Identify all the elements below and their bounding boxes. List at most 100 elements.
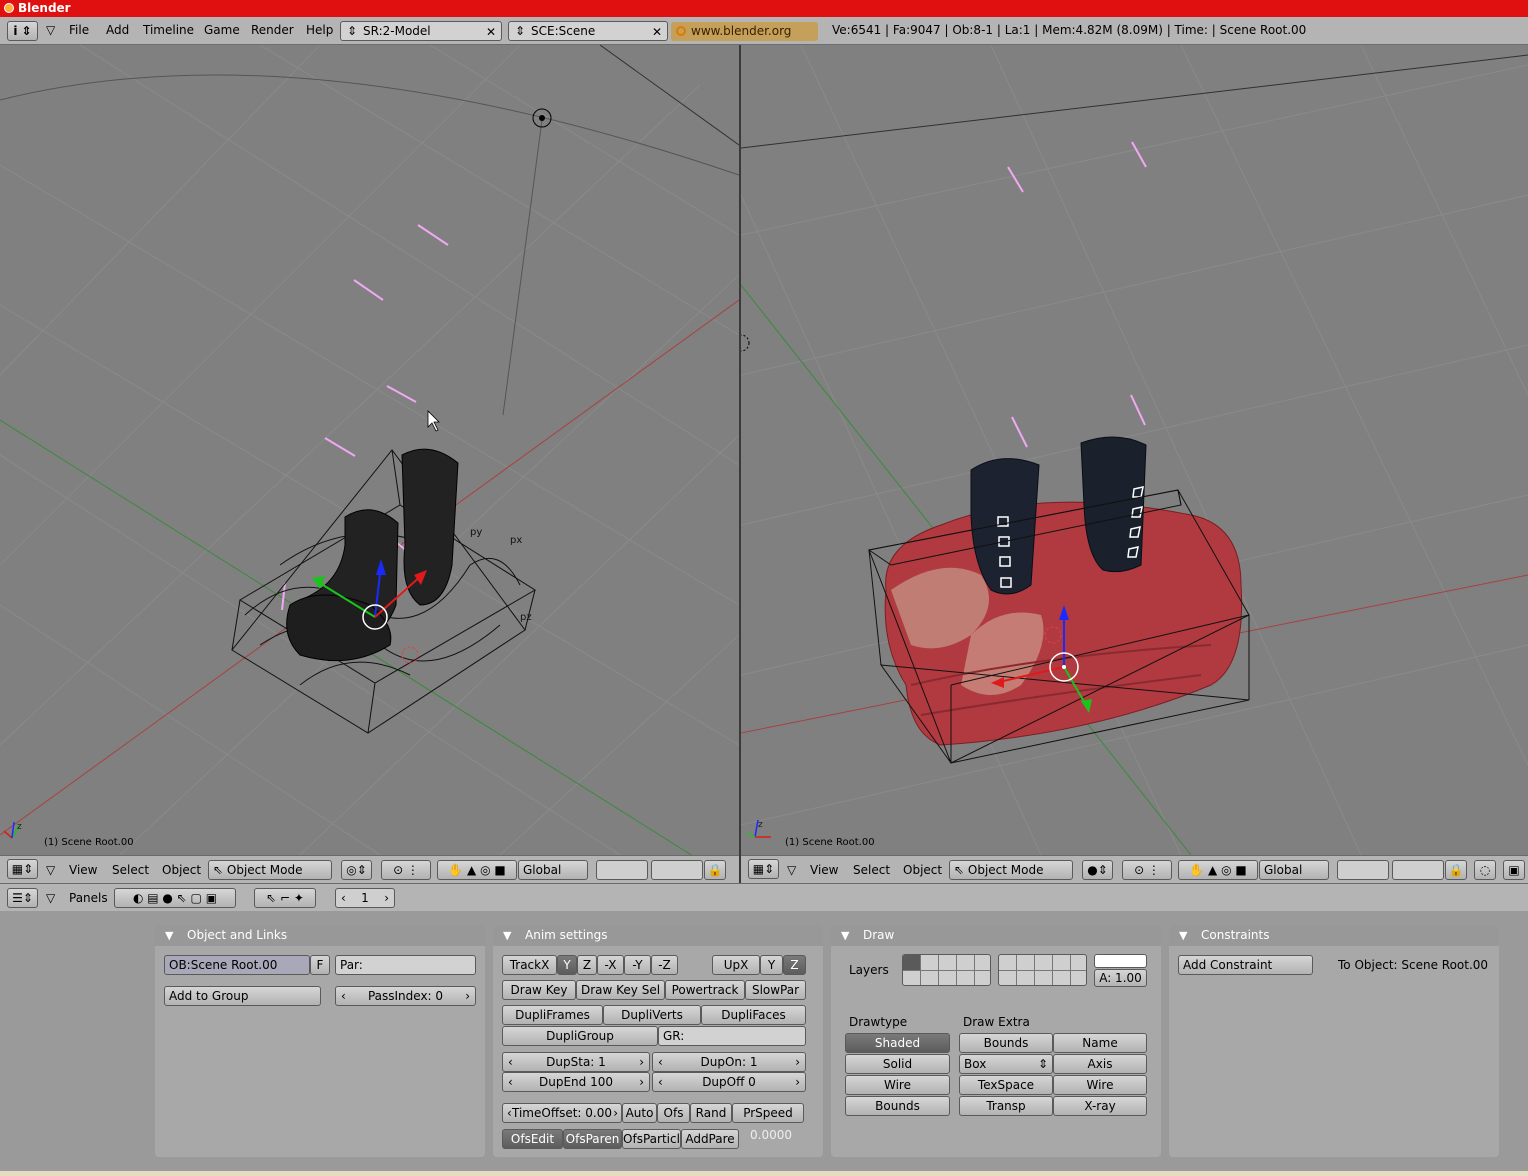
menu-collapse-icon[interactable]: ▽ (46, 17, 55, 44)
add-constraint-button[interactable]: Add Constraint (1178, 955, 1313, 975)
auto-button[interactable]: Auto (622, 1103, 657, 1123)
rand-button[interactable]: Rand (690, 1103, 732, 1123)
bounds-toggle[interactable]: Bounds (959, 1033, 1053, 1053)
pivot-button[interactable]: ⊙ ⋮ (1122, 860, 1172, 880)
draw-key-sel-button[interactable]: Draw Key Sel (576, 980, 665, 1000)
arrow-left-icon[interactable]: ‹ (508, 1073, 513, 1091)
group-field[interactable]: GR: (658, 1026, 806, 1046)
slowpar-button[interactable]: SlowPar (745, 980, 806, 1000)
duplifaces-button[interactable]: DupliFaces (701, 1005, 806, 1025)
object-color-swatch[interactable] (1094, 954, 1147, 968)
pass-index-field[interactable]: ‹ PassIndex: 0 › (335, 986, 476, 1006)
panel-header[interactable]: ▼ Anim settings (493, 925, 823, 946)
arrow-right-icon[interactable]: › (639, 1053, 644, 1071)
screen-selector[interactable]: ⇕ SR:2-Model ✕ (340, 21, 502, 41)
arrow-right-icon[interactable]: › (795, 1073, 800, 1091)
mode-selector[interactable]: ⇖ Object Mode (208, 860, 332, 880)
panel-header[interactable]: ▼ Draw (831, 925, 1161, 946)
arrow-left-icon[interactable]: ‹ (341, 889, 346, 907)
dupend-field[interactable]: ‹ DupEnd 100 › (502, 1072, 650, 1092)
layer-buttons-2[interactable] (1392, 860, 1444, 880)
up-x-button[interactable]: UpX (712, 955, 760, 975)
menu-game[interactable]: Game (204, 17, 240, 44)
frame-number-field[interactable]: ‹ 1 › (335, 888, 395, 908)
orientation-selector[interactable]: Global (518, 860, 588, 880)
scene-browse-icon[interactable]: ⇕ (515, 22, 525, 40)
scene-delete-icon[interactable]: ✕ (648, 23, 666, 40)
arrow-left-icon[interactable]: ‹ (508, 1053, 513, 1071)
dupoff-field[interactable]: ‹ DupOff 0 › (652, 1072, 806, 1092)
screen-delete-icon[interactable]: ✕ (482, 23, 500, 40)
track-neg-x-button[interactable]: -X (597, 955, 624, 975)
drawtype-wire-button[interactable]: Wire (845, 1075, 950, 1095)
ofsparticl-button[interactable]: OfsParticl (622, 1129, 681, 1149)
object-name-field[interactable]: OB:Scene Root.00 (164, 955, 310, 975)
transp-toggle[interactable]: Transp (959, 1096, 1053, 1116)
pivot-button[interactable]: ⊙ ⋮ (381, 860, 431, 880)
addpare-button[interactable]: AddPare (681, 1129, 739, 1149)
track-x-button[interactable]: TrackX (502, 955, 557, 975)
dupsta-field[interactable]: ‹ DupSta: 1 › (502, 1052, 650, 1072)
menu-render[interactable]: Render (251, 17, 294, 44)
dupliframes-button[interactable]: DupliFrames (502, 1005, 603, 1025)
window-type-button[interactable]: i ⇕ (7, 21, 38, 41)
panel-header[interactable]: ▼ Object and Links (155, 925, 485, 946)
draw-key-button[interactable]: Draw Key (502, 980, 576, 1000)
arrow-right-icon[interactable]: › (465, 987, 470, 1005)
menu-collapse-icon[interactable]: ▽ (787, 856, 796, 884)
add-to-group-button[interactable]: Add to Group (164, 986, 321, 1006)
layer-buttons-1[interactable] (596, 860, 648, 880)
drawtype-bounds-button[interactable]: Bounds (845, 1096, 950, 1116)
layer-buttons-2[interactable] (651, 860, 703, 880)
orientation-selector[interactable]: Global (1259, 860, 1329, 880)
mode-selector[interactable]: ⇖ Object Mode (949, 860, 1073, 880)
layer-grid-1[interactable] (902, 954, 991, 986)
collapse-triangle-icon[interactable]: ▼ (503, 925, 511, 946)
wire-toggle[interactable]: Wire (1053, 1075, 1147, 1095)
timeoffset-field[interactable]: ‹ TimeOffset: 0.00 › (502, 1103, 622, 1123)
track-y-button[interactable]: Y (557, 955, 577, 975)
drawtype-shaded-button[interactable]: Shaded (845, 1033, 950, 1053)
menu-help[interactable]: Help (306, 17, 333, 44)
dupon-field[interactable]: ‹ DupOn: 1 › (652, 1052, 806, 1072)
prspeed-button[interactable]: PrSpeed (732, 1103, 804, 1123)
collapse-triangle-icon[interactable]: ▼ (165, 925, 173, 946)
arrow-right-icon[interactable]: › (613, 1104, 618, 1122)
menu-select[interactable]: Select (112, 856, 149, 884)
xray-toggle[interactable]: X-ray (1053, 1096, 1147, 1116)
track-neg-z-button[interactable]: -Z (651, 955, 678, 975)
screen-browse-icon[interactable]: ⇕ (347, 22, 357, 40)
arrow-right-icon[interactable]: › (795, 1053, 800, 1071)
render-icon[interactable]: ▣ (1503, 860, 1525, 880)
menu-collapse-icon[interactable]: ▽ (46, 856, 55, 884)
arrow-left-icon[interactable]: ‹ (658, 1053, 663, 1071)
draw-type-button[interactable]: ●⇕ (1082, 860, 1113, 880)
axis-toggle[interactable]: Axis (1053, 1054, 1147, 1074)
viewport-left-wireframe[interactable]: py px pz z (1) Scene Root.00 (0, 45, 739, 855)
panel-header[interactable]: ▼ Constraints (1169, 925, 1499, 946)
bounds-type-select[interactable]: Box ⇕ (959, 1054, 1053, 1074)
texspace-toggle[interactable]: TexSpace (959, 1075, 1053, 1095)
draw-type-button[interactable]: ◎⇕ (341, 860, 372, 880)
arrow-left-icon[interactable]: ‹ (507, 1104, 512, 1122)
arrow-left-icon[interactable]: ‹ (658, 1073, 663, 1091)
up-y-button[interactable]: Y (760, 955, 783, 975)
collapse-triangle-icon[interactable]: ▼ (1179, 925, 1187, 946)
window-type-button[interactable]: ☰⇕ (7, 888, 38, 908)
name-toggle[interactable]: Name (1053, 1033, 1147, 1053)
menu-select[interactable]: Select (853, 856, 890, 884)
lock-icon[interactable]: 🔒 (704, 860, 726, 880)
lock-icon[interactable]: 🔒 (1445, 860, 1467, 880)
drawtype-solid-button[interactable]: Solid (845, 1054, 950, 1074)
alpha-field[interactable]: A: 1.00 (1094, 969, 1147, 987)
arrow-right-icon[interactable]: › (384, 889, 389, 907)
manipulator-buttons[interactable]: ✋ ▲ ◎ ■ (437, 860, 517, 880)
render-preview-icon[interactable]: ◌ (1474, 860, 1496, 880)
menu-timeline[interactable]: Timeline (143, 17, 194, 44)
collapse-triangle-icon[interactable]: ▼ (841, 925, 849, 946)
menu-object[interactable]: Object (903, 856, 942, 884)
layer-grid-2[interactable] (998, 954, 1087, 986)
scene-selector[interactable]: ⇕ SCE:Scene ✕ (508, 21, 668, 41)
window-type-button[interactable]: ▦⇕ (7, 859, 38, 879)
menu-collapse-icon[interactable]: ▽ (46, 884, 55, 912)
